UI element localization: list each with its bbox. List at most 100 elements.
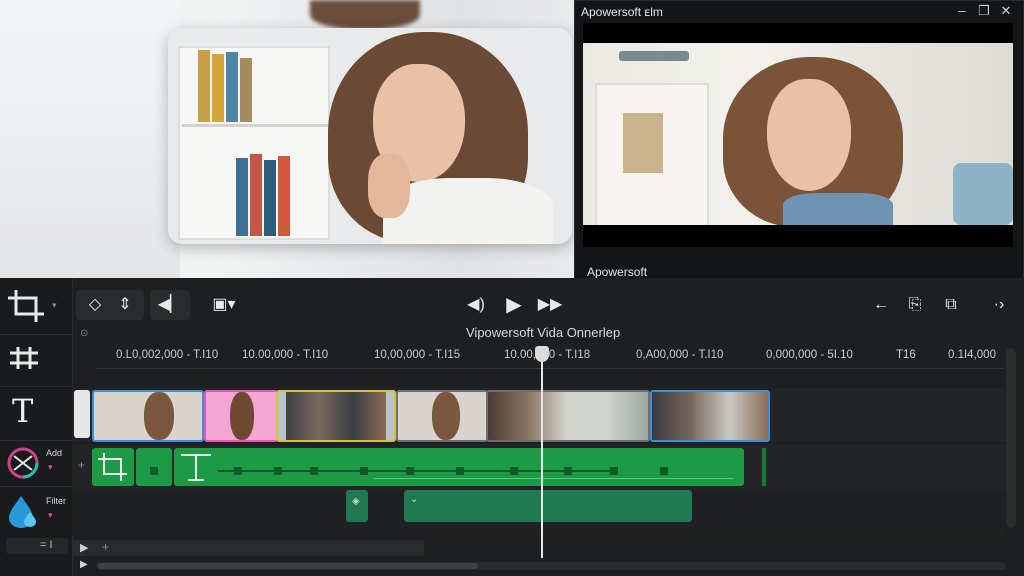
keyframe-marker[interactable] xyxy=(564,467,572,475)
screen-icon: ▣▾ xyxy=(212,296,236,313)
keyframe-marker[interactable] xyxy=(610,467,618,475)
video-clip[interactable] xyxy=(276,390,396,442)
filter-dropdown-icon[interactable]: ▾ xyxy=(48,510,53,521)
droplet-icon xyxy=(9,496,36,528)
filter-tool[interactable]: Filter ▾ xyxy=(6,494,66,530)
fast-forward-button[interactable]: ▶▶ xyxy=(536,292,564,318)
person-face xyxy=(767,79,851,191)
bottom-tool[interactable]: = I xyxy=(6,538,68,554)
video-track xyxy=(72,388,1006,442)
book xyxy=(250,154,262,236)
book xyxy=(226,52,238,122)
player-window[interactable]: Apowersoft ᴇlm – ❐ ✕ Apowersoft xyxy=(574,0,1024,284)
maximize-button[interactable]: ❐ xyxy=(975,3,993,19)
scroll-left-icon[interactable]: ▶ xyxy=(80,559,88,570)
close-button[interactable]: ✕ xyxy=(997,3,1015,19)
text-effect-icon xyxy=(181,454,211,481)
play-button[interactable]: ▶ xyxy=(500,292,528,318)
clip-thumbnail xyxy=(432,392,460,440)
track-handle[interactable] xyxy=(74,390,90,438)
player-title: Apowersoft ᴇlm xyxy=(581,5,663,19)
divider xyxy=(0,440,72,441)
split-icon: ⇕ xyxy=(118,296,132,313)
keyframe-marker[interactable] xyxy=(150,467,158,475)
keyframe-button[interactable]: ◇ xyxy=(82,292,108,318)
ruler-tick: 10.00,000 - T.I10 xyxy=(242,349,329,361)
lock-icon[interactable]: ⊙ xyxy=(80,328,88,339)
filter-clip[interactable]: ⌄ xyxy=(404,490,692,522)
play-icon: ▶ xyxy=(506,294,522,316)
crop-tool[interactable]: ▾ xyxy=(6,288,66,328)
export-frame-button[interactable]: ⎘ xyxy=(902,292,928,318)
horizontal-scrollbar[interactable] xyxy=(96,562,1006,570)
keyframe-marker[interactable] xyxy=(360,467,368,475)
clip-thumbnail xyxy=(230,392,254,440)
vertical-scrollbar[interactable] xyxy=(1006,348,1016,528)
background-person-hair xyxy=(310,0,420,30)
preview-card[interactable] xyxy=(168,28,572,244)
play-small-icon[interactable]: ▶ xyxy=(80,541,88,554)
filter-clip[interactable]: ◈ xyxy=(346,490,368,522)
keyframe-marker[interactable] xyxy=(310,467,318,475)
back-button[interactable]: ← xyxy=(868,292,894,318)
video-frame xyxy=(583,43,1013,225)
fast-forward-icon: ▶▶ xyxy=(537,296,563,313)
fullscreen-button[interactable]: ⧉ xyxy=(938,292,964,318)
playhead-handle[interactable] xyxy=(535,346,549,362)
video-clip[interactable] xyxy=(204,390,278,442)
text-tool[interactable]: T xyxy=(6,392,66,430)
book xyxy=(212,54,224,122)
timeline-title: Vipowersoft Vida Onnerlep xyxy=(466,325,621,340)
add-tool[interactable]: Add ▾ xyxy=(6,446,66,480)
ruler-tick: 0,000,000 - 5I.10 xyxy=(766,349,853,361)
effects-track: + xyxy=(72,444,1006,490)
person-hand xyxy=(368,154,410,218)
clip-end-handle[interactable] xyxy=(762,448,766,486)
adjust-tool[interactable] xyxy=(6,344,66,374)
fullscreen-icon: ⧉ xyxy=(945,296,957,313)
clip-thumbnail xyxy=(652,392,768,440)
minimize-button[interactable]: – xyxy=(953,3,971,19)
bottom-tool-label: = I xyxy=(40,539,53,551)
diamond-icon: ◇ xyxy=(88,296,102,313)
ruler-tick: 0,A00,000 - T.I10 xyxy=(636,349,724,361)
add-track-icon[interactable]: + xyxy=(78,458,85,472)
playhead[interactable] xyxy=(541,346,543,558)
ruler-tick: 0.L0,002,000 - T.I10 xyxy=(116,349,219,361)
effect-clip[interactable] xyxy=(92,448,134,486)
color-wheel-icon xyxy=(7,447,39,479)
book xyxy=(236,158,248,236)
person-jacket xyxy=(783,193,893,225)
add-label: Add xyxy=(46,448,63,458)
video-clip[interactable] xyxy=(92,390,204,442)
keyframe-marker[interactable] xyxy=(510,467,518,475)
video-clip[interactable] xyxy=(396,390,488,442)
scrollbar-thumb[interactable] xyxy=(98,563,478,569)
video-clip[interactable] xyxy=(486,390,650,442)
book xyxy=(278,156,290,236)
add-icon[interactable]: + xyxy=(102,540,109,554)
split-button[interactable]: ⇕ xyxy=(112,292,138,318)
keyframe-marker[interactable] xyxy=(234,467,242,475)
keyframe-marker[interactable] xyxy=(456,467,464,475)
arrow-left-icon: ← xyxy=(873,296,889,313)
keyframe-marker[interactable] xyxy=(660,467,668,475)
timeline-ruler[interactable]: 0.L0,002,000 - T.I10 10.00,000 - T.I10 1… xyxy=(96,346,1004,369)
crop-icon xyxy=(8,290,65,322)
more-icon: ·› xyxy=(993,296,1005,313)
screen-record-button[interactable]: ▣▾ xyxy=(204,292,244,318)
video-screen[interactable] xyxy=(583,23,1013,247)
add-dropdown-icon[interactable]: ▾ xyxy=(48,462,53,473)
keyframe-marker[interactable] xyxy=(406,467,414,475)
keyframe-marker[interactable] xyxy=(274,467,282,475)
player-footer: Apowersoft xyxy=(587,265,648,279)
volume-button[interactable]: ◀▏ xyxy=(154,292,186,318)
keyframe-baseline xyxy=(374,478,734,479)
previous-button[interactable]: ◀) xyxy=(462,292,490,318)
crop-dropdown-icon[interactable]: ▾ xyxy=(52,300,57,311)
effect-clip-long[interactable] xyxy=(174,448,744,486)
more-button[interactable]: ·› xyxy=(986,292,1012,318)
effect-clip[interactable] xyxy=(136,448,172,486)
chair xyxy=(953,163,1013,225)
video-clip[interactable] xyxy=(650,390,770,442)
